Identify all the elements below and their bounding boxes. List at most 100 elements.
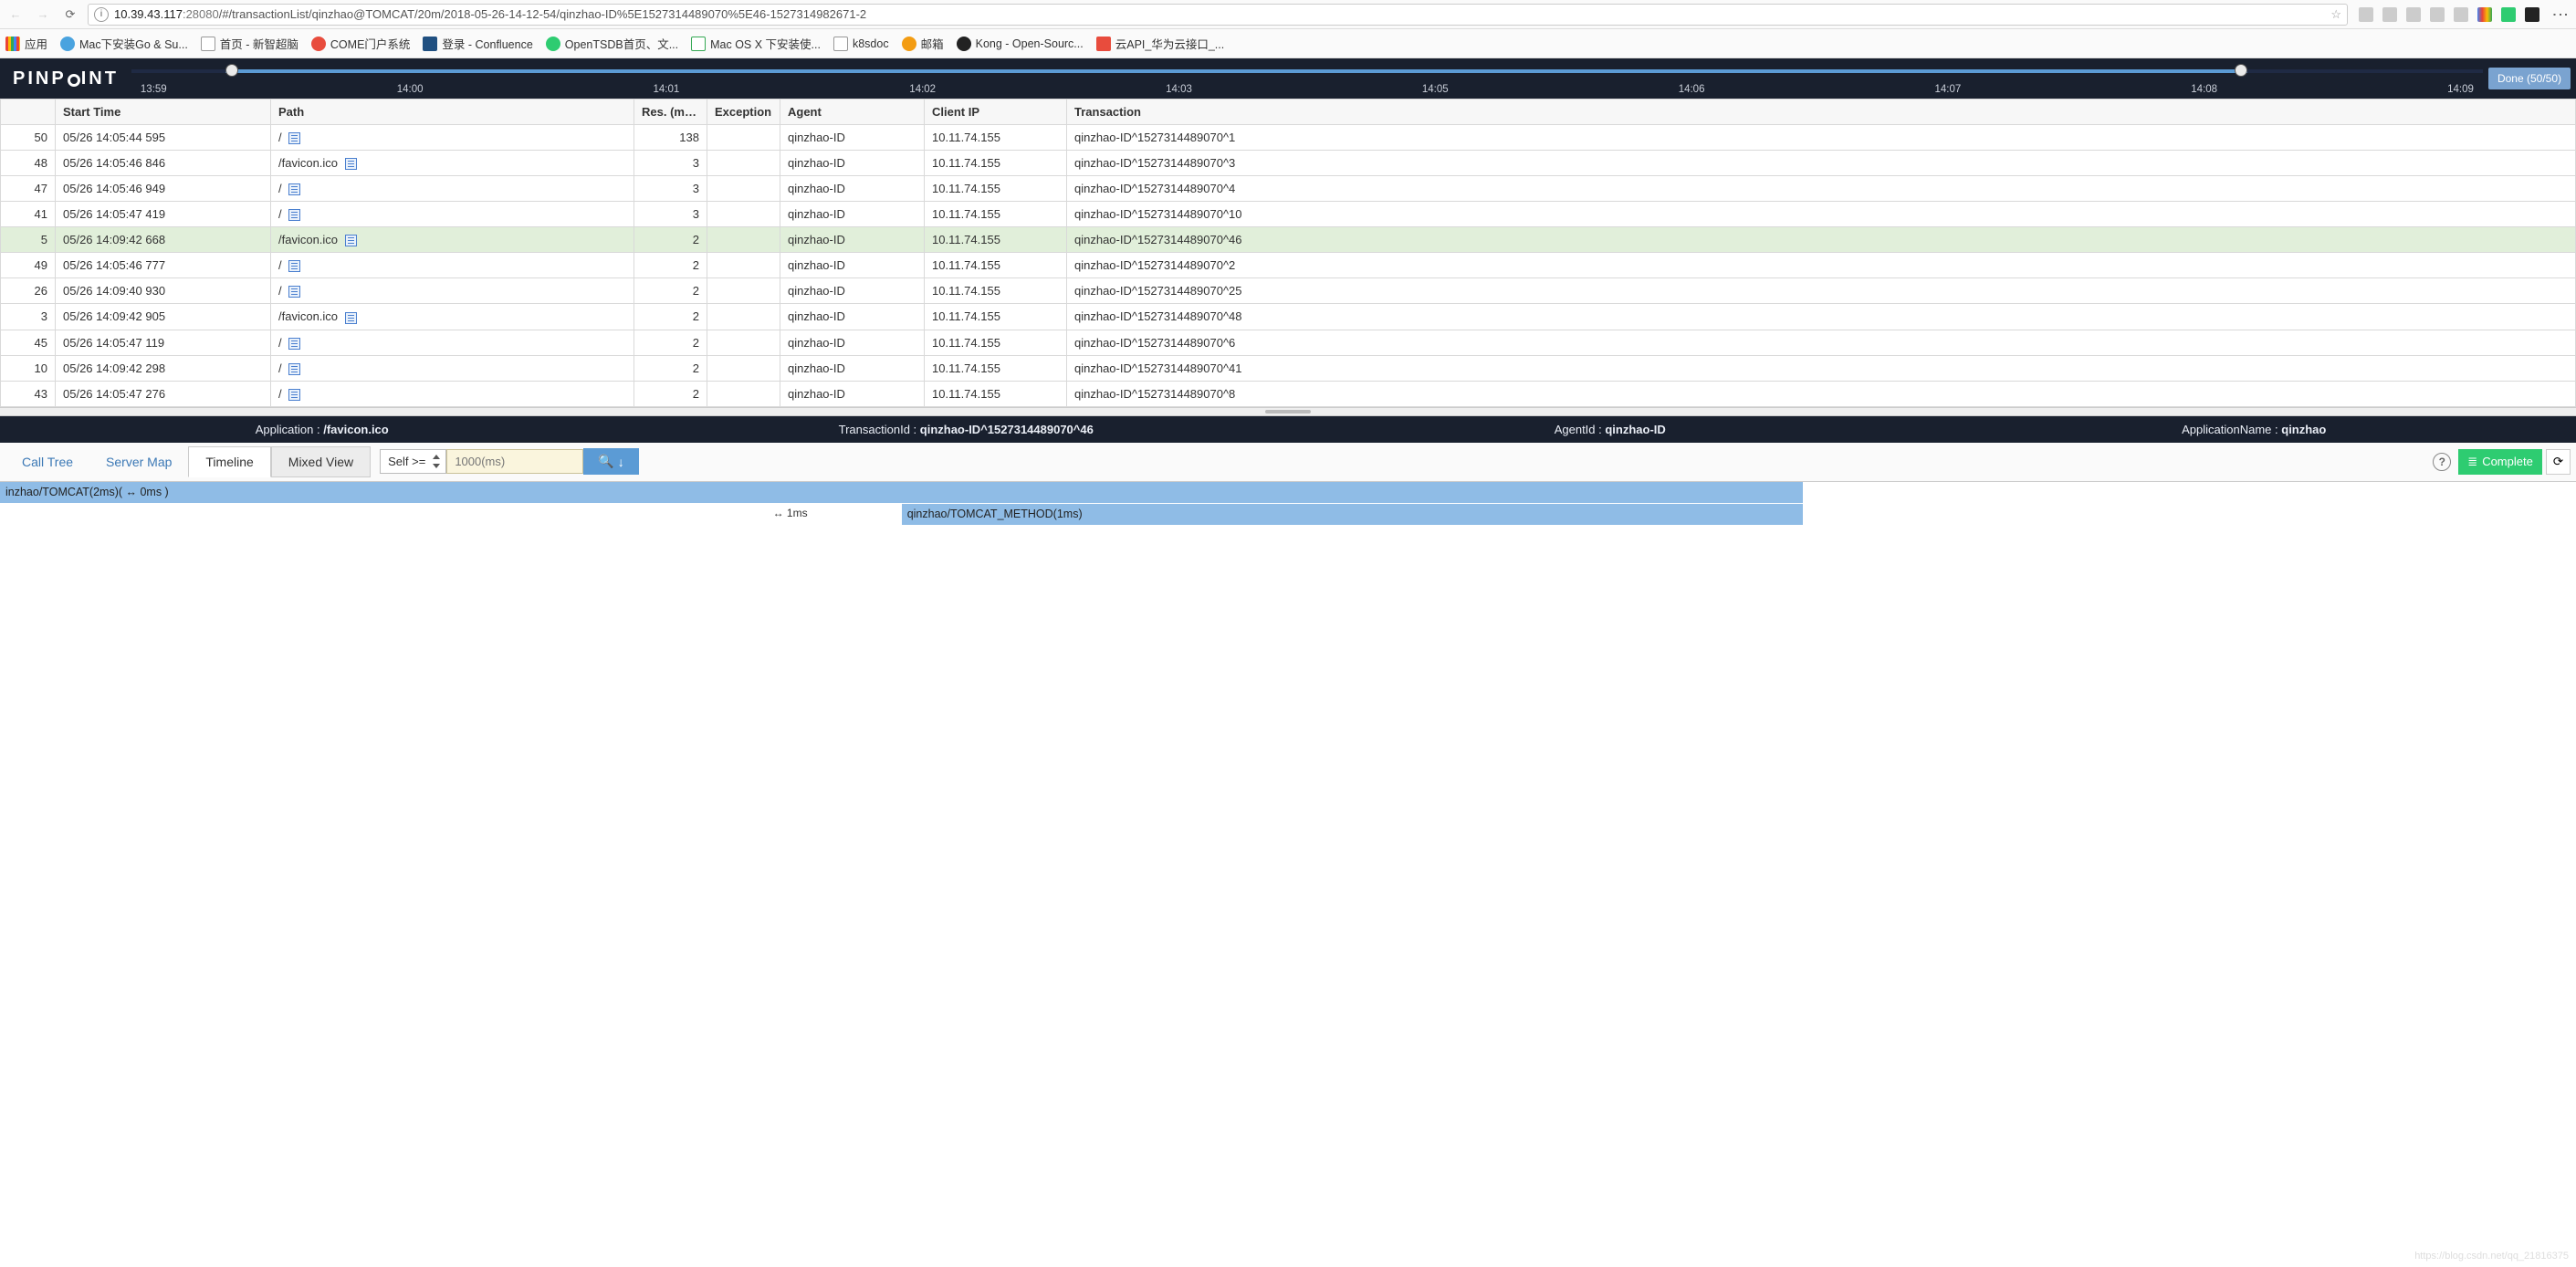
cell-agent: qinzhao-ID <box>780 227 925 253</box>
bookmark-item[interactable]: COME门户系统 <box>311 35 411 52</box>
bookmark-label: 登录 - Confluence <box>442 35 532 52</box>
bookmark-item[interactable]: 首页 - 新智超脑 <box>201 35 298 52</box>
filter-select[interactable]: Self >= <box>380 449 446 474</box>
ext-icon[interactable] <box>2525 7 2539 22</box>
col-path[interactable]: Path <box>271 99 634 125</box>
table-row[interactable]: 2605/26 14:09:40 930/ 2qinzhao-ID10.11.7… <box>1 278 2576 304</box>
ext-icon[interactable] <box>2406 7 2421 22</box>
ext-icon[interactable] <box>2454 7 2468 22</box>
detail-icon[interactable] <box>345 158 357 170</box>
detail-icon[interactable] <box>345 312 357 324</box>
ext-icon[interactable] <box>2359 7 2373 22</box>
table-row[interactable]: 4805/26 14:05:46 846/favicon.ico 3qinzha… <box>1 151 2576 176</box>
ext-icon[interactable] <box>2430 7 2445 22</box>
detail-icon[interactable] <box>345 235 357 246</box>
address-bar[interactable]: i 10.39.43.117:28080/#/transactionList/q… <box>88 4 2348 26</box>
bookmark-item[interactable]: Kong - Open-Sourc... <box>957 37 1084 51</box>
gantt-scale-label: ↔ 1ms <box>773 507 808 519</box>
ext-icon[interactable] <box>2382 7 2397 22</box>
detail-icon[interactable] <box>288 132 300 144</box>
help-icon[interactable]: ? <box>2433 453 2451 471</box>
bookmark-label: Mac OS X 下安装使... <box>710 35 821 52</box>
col-exception[interactable]: Exception <box>707 99 780 125</box>
apps-bookmark[interactable]: 应用 <box>5 35 47 52</box>
browser-menu-icon[interactable]: ⋮ <box>2550 6 2571 23</box>
value: qinzhao-ID^1527314489070^46 <box>920 423 1094 436</box>
bookmark-item[interactable]: k8sdoc <box>833 37 889 51</box>
table-row[interactable]: 1005/26 14:09:42 298/ 2qinzhao-ID10.11.7… <box>1 355 2576 381</box>
logo-o-icon <box>68 74 80 87</box>
pinpoint-logo[interactable]: PINPINT <box>0 68 131 89</box>
tab-server-map[interactable]: Server Map <box>89 447 188 476</box>
split-drag-handle[interactable] <box>0 407 2576 416</box>
cell-path: / <box>271 278 634 304</box>
favicon-icon <box>201 37 215 51</box>
site-info-icon[interactable]: i <box>94 7 109 22</box>
search-button[interactable]: 🔍↓ <box>583 448 638 475</box>
cell-transaction: qinzhao-ID^1527314489070^10 <box>1067 202 2576 227</box>
filter-input[interactable] <box>446 449 583 474</box>
detail-icon[interactable] <box>288 389 300 401</box>
gantt-row[interactable]: inzhao/TOMCAT(2ms)( ↔ 0ms ) <box>0 482 2576 504</box>
cell-index: 41 <box>1 202 56 227</box>
cell-start-time: 05/26 14:05:47 119 <box>56 330 271 355</box>
back-button[interactable]: ← <box>5 5 26 25</box>
table-row[interactable]: 4705/26 14:05:46 949/ 3qinzhao-ID10.11.7… <box>1 176 2576 202</box>
tab-call-tree[interactable]: Call Tree <box>5 447 89 476</box>
detail-icon[interactable] <box>288 183 300 195</box>
detail-icon[interactable] <box>288 286 300 298</box>
table-row[interactable]: 5005/26 14:05:44 595/ 138qinzhao-ID10.11… <box>1 125 2576 151</box>
bookmark-star-icon[interactable]: ☆ <box>2330 7 2341 22</box>
cell-index: 47 <box>1 176 56 202</box>
logo-text: PINP <box>13 68 67 89</box>
refresh-button[interactable]: ⟳ <box>2546 449 2571 475</box>
col-transaction[interactable]: Transaction <box>1067 99 2576 125</box>
timeline-slider[interactable]: 13:59 14:00 14:01 14:02 14:03 14:05 14:0… <box>131 58 2483 99</box>
cell-res: 2 <box>634 253 707 278</box>
ext-icon[interactable] <box>2501 7 2516 22</box>
bookmark-label: COME门户系统 <box>330 35 411 52</box>
detail-transaction-id: TransactionId : qinzhao-ID^1527314489070… <box>644 416 1289 443</box>
cell-start-time: 05/26 14:05:47 276 <box>56 381 271 406</box>
forward-button[interactable]: → <box>33 5 53 25</box>
detail-icon[interactable] <box>288 260 300 272</box>
table-row[interactable]: 505/26 14:09:42 668/favicon.ico 2qinzhao… <box>1 227 2576 253</box>
table-row[interactable]: 4305/26 14:05:47 276/ 2qinzhao-ID10.11.7… <box>1 381 2576 406</box>
col-client-ip[interactable]: Client IP <box>925 99 1067 125</box>
gantt-bar-tomcat-method[interactable]: qinzhao/TOMCAT_METHOD(1ms) <box>902 504 1804 525</box>
ext-icon[interactable] <box>2477 7 2492 22</box>
label: AgentId : <box>1555 423 1606 436</box>
detail-icon[interactable] <box>288 363 300 375</box>
bookmark-item[interactable]: 邮箱 <box>902 35 944 52</box>
col-index[interactable] <box>1 99 56 125</box>
col-start-time[interactable]: Start Time <box>56 99 271 125</box>
transaction-table-wrap[interactable]: Start Time Path Res. (ms)↓ Exception Age… <box>0 99 2576 407</box>
bookmark-item[interactable]: Mac OS X 下安装使... <box>691 35 821 52</box>
bookmark-item[interactable]: 云API_华为云接口_... <box>1096 35 1224 52</box>
cell-agent: qinzhao-ID <box>780 151 925 176</box>
tab-timeline[interactable]: Timeline <box>188 446 270 477</box>
table-row[interactable]: 4105/26 14:05:47 419/ 3qinzhao-ID10.11.7… <box>1 202 2576 227</box>
cell-ip: 10.11.74.155 <box>925 176 1067 202</box>
table-row[interactable]: 4905/26 14:05:46 777/ 2qinzhao-ID10.11.7… <box>1 253 2576 278</box>
col-res[interactable]: Res. (ms)↓ <box>634 99 707 125</box>
complete-button[interactable]: ≣Complete <box>2458 449 2542 475</box>
bookmark-item[interactable]: 登录 - Confluence <box>423 35 532 52</box>
col-agent[interactable]: Agent <box>780 99 925 125</box>
gantt-bar-tomcat[interactable]: inzhao/TOMCAT(2ms)( ↔ 0ms ) <box>0 482 1803 503</box>
favicon-icon <box>60 37 75 51</box>
detail-icon[interactable] <box>288 209 300 221</box>
bookmark-item[interactable]: OpenTSDB首页、文... <box>546 35 678 52</box>
cell-res: 2 <box>634 227 707 253</box>
cell-start-time: 05/26 14:09:42 298 <box>56 355 271 381</box>
table-row[interactable]: 305/26 14:09:42 905/favicon.ico 2qinzhao… <box>1 304 2576 330</box>
slider-handle-right[interactable] <box>2235 64 2247 77</box>
gantt-row[interactable]: ↔ 1ms qinzhao/TOMCAT_METHOD(1ms) <box>0 504 2576 526</box>
bookmark-item[interactable]: Mac下安装Go & Su... <box>60 35 188 52</box>
reload-button[interactable]: ⟳ <box>60 5 80 25</box>
table-row[interactable]: 4505/26 14:05:47 119/ 2qinzhao-ID10.11.7… <box>1 330 2576 355</box>
detail-icon[interactable] <box>288 338 300 350</box>
tab-mixed-view[interactable]: Mixed View <box>271 446 371 477</box>
cell-transaction: qinzhao-ID^1527314489070^6 <box>1067 330 2576 355</box>
slider-handle-left[interactable] <box>225 64 238 77</box>
